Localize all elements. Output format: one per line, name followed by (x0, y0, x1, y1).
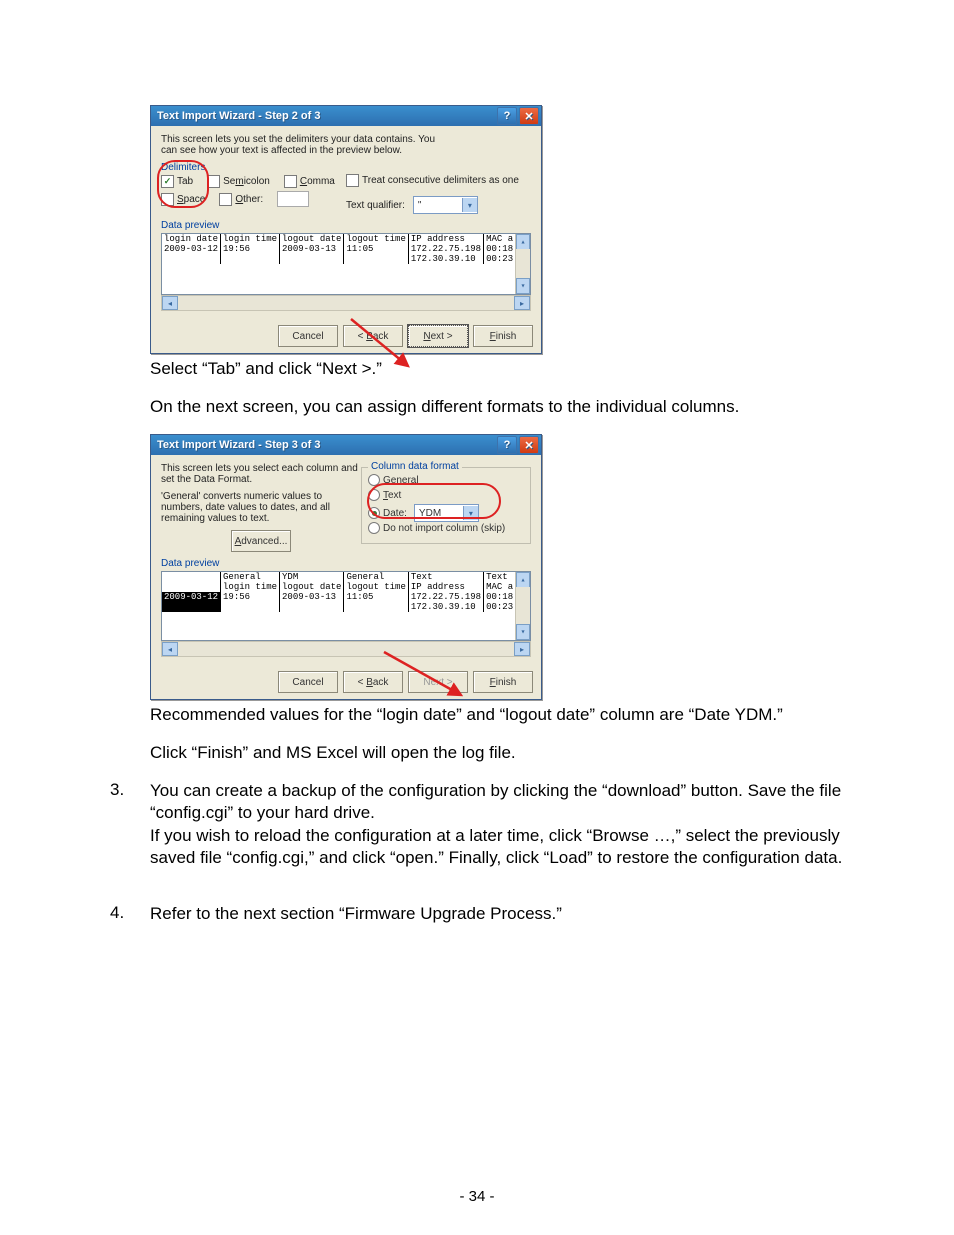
arrow-right-icon: ▸ (514, 296, 530, 310)
vscrollbar[interactable]: ▴ ▾ (515, 234, 530, 294)
dialog-title: Text Import Wizard - Step 3 of 3 (153, 439, 495, 451)
cancel-button[interactable]: Cancel (278, 325, 338, 347)
list-item-4: 4. Refer to the next section “Firmware U… (110, 903, 844, 925)
finish-button[interactable]: Finish (473, 325, 533, 347)
data-preview: login datelogin timelogout datelogout ti… (161, 233, 531, 295)
dialog-intro-1: This screen lets you select each column … (161, 463, 361, 485)
caption-1: Select “Tab” and click “Next >.” (150, 358, 844, 380)
arrow-right-icon: ▸ (514, 642, 530, 656)
close-icon[interactable]: ✕ (519, 436, 539, 454)
list-item-3: 3. You can create a backup of the config… (110, 780, 844, 868)
caption-3: Recommended values for the “login date” … (150, 704, 844, 726)
chevron-down-icon: ▾ (462, 198, 477, 212)
titlebar: Text Import Wizard - Step 2 of 3 ? ✕ (151, 106, 541, 126)
back-button[interactable]: < Back (343, 325, 403, 347)
finish-button[interactable]: Finish (473, 671, 533, 693)
caption-4: Click “Finish” and MS Excel will open th… (150, 742, 844, 764)
dialog-step-3: Text Import Wizard - Step 3 of 3 ? ✕ Thi… (150, 434, 542, 700)
data-preview-label: Data preview (161, 220, 531, 231)
arrow-left-icon: ◂ (162, 642, 178, 656)
next-button: Next > (408, 671, 468, 693)
annotation-oval-delimiters (157, 160, 209, 208)
advanced-button[interactable]: Advanced... (231, 530, 291, 552)
text-qualifier-label: Text qualifier: (346, 200, 405, 211)
hscrollbar[interactable]: ◂ ▸ (161, 641, 531, 657)
dialog-step-2: Text Import Wizard - Step 2 of 3 ? ✕ Thi… (150, 105, 542, 354)
checkbox-semicolon[interactable]: Semicolon (207, 175, 270, 188)
data-preview: YDMGeneralYDMGeneralTextText login datel… (161, 571, 531, 641)
checkbox-comma[interactable]: Comma (284, 175, 335, 188)
arrow-up-icon: ▴ (516, 572, 530, 588)
arrow-up-icon: ▴ (516, 234, 530, 250)
vscrollbar[interactable]: ▴ ▾ (515, 572, 530, 640)
cancel-button[interactable]: Cancel (278, 671, 338, 693)
dialog-intro-2: 'General' converts numeric values to num… (161, 491, 361, 524)
radio-skip[interactable]: Do not import column (skip) (368, 522, 505, 534)
dialog-title: Text Import Wizard - Step 2 of 3 (153, 110, 495, 122)
checkbox-other[interactable]: Other: (219, 191, 263, 207)
annotation-oval-date (367, 483, 501, 519)
checkbox-treat[interactable]: Treat consecutive delimiters as one (346, 174, 519, 187)
arrow-down-icon: ▾ (516, 278, 530, 294)
hscrollbar[interactable]: ◂ ▸ (161, 295, 531, 311)
help-icon[interactable]: ? (497, 107, 517, 125)
back-button[interactable]: < Back (343, 671, 403, 693)
page-number: - 34 - (0, 1188, 954, 1205)
close-icon[interactable]: ✕ (519, 107, 539, 125)
caption-2: On the next screen, you can assign diffe… (150, 396, 844, 418)
titlebar: Text Import Wizard - Step 3 of 3 ? ✕ (151, 435, 541, 455)
help-icon[interactable]: ? (497, 436, 517, 454)
arrow-left-icon: ◂ (162, 296, 178, 310)
next-button[interactable]: Next > (408, 325, 468, 347)
data-preview-label: Data preview (161, 558, 531, 569)
dialog-intro: This screen lets you set the delimiters … (161, 134, 441, 156)
arrow-down-icon: ▾ (516, 624, 530, 640)
text-qualifier-select[interactable]: "▾ (413, 196, 478, 214)
